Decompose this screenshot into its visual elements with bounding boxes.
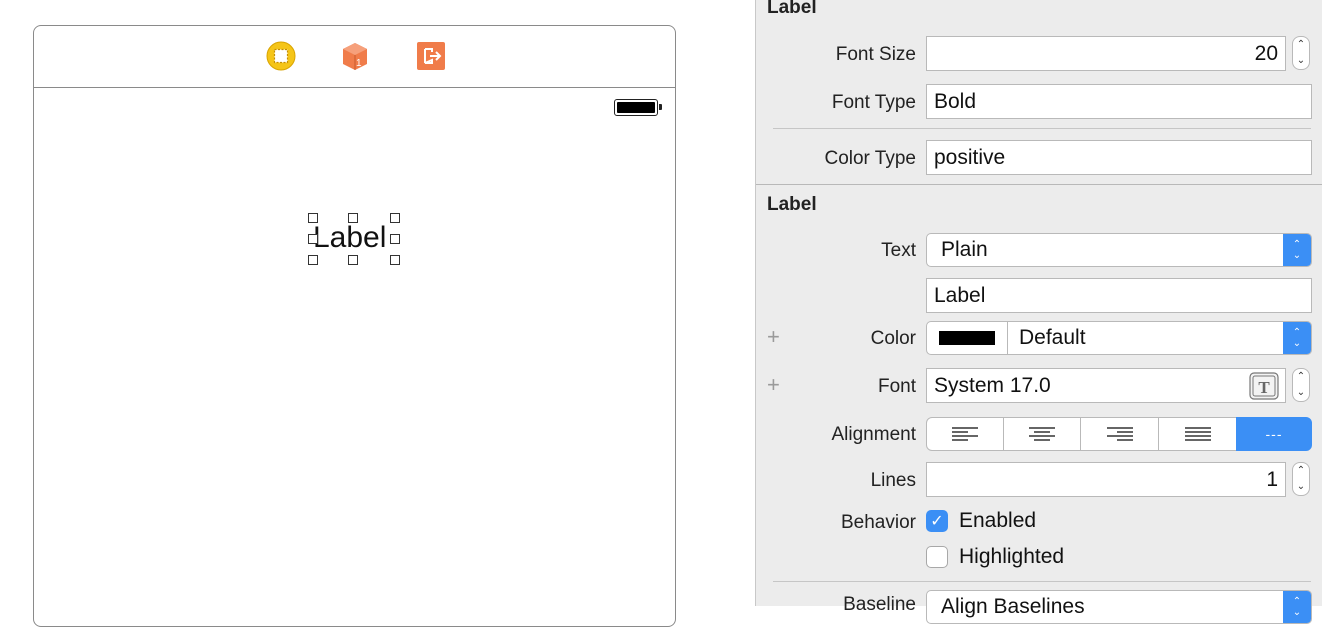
- divider: [773, 581, 1311, 582]
- resize-handle[interactable]: [390, 255, 400, 265]
- highlighted-checkbox[interactable]: [926, 546, 948, 568]
- color-type-field[interactable]: positive: [926, 140, 1312, 175]
- attributes-inspector: Label Font Size 20 ⌃ ⌄ Font Type Bold Col…: [755, 0, 1322, 624]
- section-title-custom: Label: [767, 0, 817, 18]
- color-popup[interactable]: Default ⌃ ⌄: [926, 321, 1312, 355]
- chevron-updown-icon: ⌃ ⌄: [1283, 234, 1311, 266]
- text-type-popup[interactable]: Plain ⌃ ⌄: [926, 233, 1312, 267]
- lines-stepper[interactable]: ⌃ ⌄: [1292, 462, 1310, 496]
- align-right-icon: [1106, 427, 1133, 441]
- align-right-button[interactable]: [1080, 417, 1159, 451]
- storyboard-canvas: 1 Label: [0, 0, 755, 627]
- resize-handle[interactable]: [348, 255, 358, 265]
- font-type-label: Font Type: [831, 92, 916, 113]
- font-picker-icon[interactable]: T: [1249, 372, 1279, 400]
- align-natural-button[interactable]: ---: [1236, 417, 1312, 451]
- text-label: Text: [881, 240, 916, 261]
- lines-label: Lines: [870, 470, 916, 491]
- chevron-updown-icon: ⌃ ⌄: [1283, 322, 1311, 354]
- align-left-icon: [952, 427, 978, 441]
- resize-handle[interactable]: [308, 234, 318, 244]
- baseline-label: Baseline: [843, 594, 916, 615]
- align-center-icon: [1029, 427, 1055, 441]
- font-field[interactable]: System 17.0 T: [926, 368, 1286, 403]
- align-center-button[interactable]: [1003, 417, 1081, 451]
- chevron-updown-icon: ⌃ ⌄: [1283, 591, 1311, 623]
- battery-icon: [614, 99, 662, 116]
- svg-text:1: 1: [356, 58, 362, 69]
- color-well[interactable]: [927, 322, 1008, 354]
- resize-handle[interactable]: [390, 234, 400, 244]
- section-divider: [756, 184, 1322, 185]
- svg-text:T: T: [1258, 378, 1270, 397]
- font-value: System 17.0: [934, 373, 1051, 397]
- label-text-field[interactable]: Label: [926, 278, 1312, 313]
- view-controller-icon[interactable]: [266, 41, 296, 71]
- font-size-stepper[interactable]: ⌃ ⌄: [1292, 36, 1310, 70]
- baseline-value: Align Baselines: [941, 595, 1085, 618]
- lines-field[interactable]: 1: [926, 462, 1286, 497]
- behavior-label: Behavior: [841, 512, 916, 533]
- label-view[interactable]: Label: [313, 221, 386, 255]
- font-size-stepper[interactable]: ⌃ ⌄: [1292, 368, 1310, 402]
- color-label: Color: [870, 328, 916, 349]
- divider: [773, 128, 1311, 129]
- section-title-label: Label: [767, 194, 817, 215]
- font-size-field[interactable]: 20: [926, 36, 1286, 71]
- scene-dock: 1: [34, 26, 675, 88]
- view-controller-scene[interactable]: 1 Label: [33, 25, 676, 627]
- color-type-label: Color Type: [824, 148, 916, 169]
- color-value: Default: [1019, 326, 1086, 349]
- baseline-popup[interactable]: Align Baselines ⌃ ⌄: [926, 590, 1312, 624]
- resize-handle[interactable]: [308, 255, 318, 265]
- enabled-checkbox[interactable]: ✓: [926, 510, 948, 532]
- resize-handle[interactable]: [390, 213, 400, 223]
- alignment-label: Alignment: [831, 424, 917, 445]
- exit-icon[interactable]: [416, 41, 446, 71]
- font-label: Font: [877, 376, 916, 397]
- text-type-value: Plain: [941, 238, 988, 261]
- resize-handle[interactable]: [348, 213, 358, 223]
- highlighted-label: Highlighted: [959, 545, 1065, 568]
- font-type-field[interactable]: Bold: [926, 84, 1312, 119]
- color-swatch: [939, 331, 995, 345]
- align-justified-icon: [1184, 427, 1211, 441]
- first-responder-icon[interactable]: 1: [340, 41, 370, 71]
- enabled-label: Enabled: [959, 509, 1037, 532]
- align-left-button[interactable]: [926, 417, 1004, 451]
- font-size-label: Font Size: [835, 44, 916, 65]
- align-justified-button[interactable]: [1158, 417, 1237, 451]
- resize-handle[interactable]: [308, 213, 318, 223]
